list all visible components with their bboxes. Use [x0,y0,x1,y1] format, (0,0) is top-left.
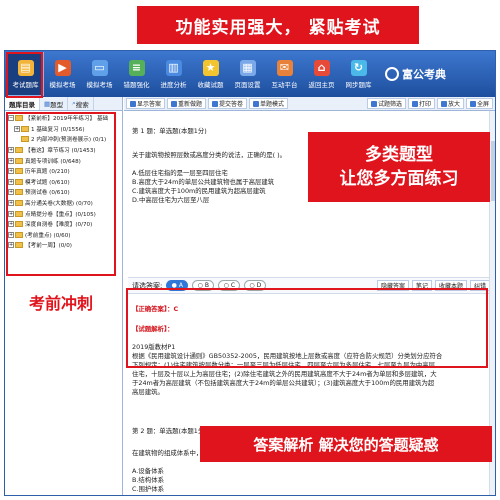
option-d: D.中高层住宅为六层至八层 [132,196,210,204]
home-icon: ⌂ [313,59,330,76]
highlight-analysis [126,288,488,368]
option-b: B.结构体系 [132,476,164,484]
scrollbar-thumb[interactable] [491,141,495,201]
option-a: A.低层住宅指的是一层至四层住宅 [132,169,228,177]
left-tabs: 题库目录 ▦ 题型 ⌕ 搜索 [5,97,122,111]
toolbar-favorites[interactable]: ★ 收藏试题 [192,52,229,96]
promo-banner-question-types: 多类题型 让您多方面练习 [308,132,490,202]
page-icon: ▦ [239,59,256,76]
redo-button[interactable]: 重新做题 [167,98,207,109]
toolbar-interactive[interactable]: ✉ 互动平台 [266,52,303,96]
logo-mark-icon [385,67,399,81]
single-mode-button[interactable]: 单题模式 [249,98,289,109]
highlight-catalog [6,112,116,276]
zoom-icon [440,100,447,107]
option-a: A.设备体系 [132,467,164,475]
question-1-options: A.低层住宅指的是一层至四层住宅 B.高度大于24m的单层公共建筑物也属于高层建… [132,169,274,205]
toolbar-wrong-questions[interactable]: ≡ 错题强化 [118,52,155,96]
print-button[interactable]: 打印 [407,98,435,109]
sync-icon: ↻ [350,59,367,76]
submit-button[interactable]: 提交答卷 [208,98,248,109]
zoom-button[interactable]: 放大 [436,98,464,109]
option-b: B.高度大于24m的单层公共建筑物也属于高层建筑 [132,178,275,186]
toolbar-page-settings[interactable]: ▦ 页面设置 [229,52,266,96]
monitor-icon: ▭ [91,59,108,76]
brand-logo: 富公考典 [385,66,446,82]
toolbar-mock-exam[interactable]: ▶ 模拟考场 [44,52,81,96]
chart-icon: ▥ [165,59,182,76]
list-icon: ≡ [128,59,145,76]
option-c: C.围护体系 [132,485,165,493]
fullscreen-button[interactable]: 全屏 [465,98,493,109]
single-icon [253,100,260,107]
promo-banner-top: 功能实用强大， 紧贴考试 [137,6,419,44]
show-answer-button[interactable]: 显示答案 [126,98,166,109]
submit-icon [212,100,219,107]
highlight-question-bank [6,52,43,98]
toolbar-progress[interactable]: ▥ 进度分析 [155,52,192,96]
toolbar-sync[interactable]: ↻ 网步题库 [340,52,377,96]
main-toolbar: ▤ 考试题库 ▶ 模拟考场 ▭ 模拟考场 ≡ 错题强化 ▥ 进度分析 ★ 收藏试题 ▦ 页面设… [5,51,495,97]
refresh-icon [171,100,178,107]
option-c: C.建筑高度大于100m的民用建筑为超高层建筑 [132,187,266,195]
play-icon: ▶ [54,59,71,76]
tab-search[interactable]: ⌕ 搜索 [68,97,94,110]
star-icon: ★ [202,59,219,76]
toolbar-mock-exam-2[interactable]: ▭ 模拟考场 [81,52,118,96]
eye-icon [130,100,136,107]
promo-banner-sprint: 考前冲刺 [28,294,93,313]
chat-icon: ✉ [276,59,293,76]
print-icon [411,100,418,107]
tab-question-type[interactable]: ▦ 题型 [40,97,69,110]
tab-catalog[interactable]: 题库目录 [5,97,40,110]
question-1-header: 第 1 题：单选题(本题1分) [132,127,207,135]
question-2-options: A.设备体系 B.结构体系 C.围护体系 [132,467,164,494]
fullscreen-icon [469,100,476,107]
question-2-header: 第 2 题：单选题(本题1分) [132,427,207,435]
question-toolbar: 显示答案 重新做题 提交答卷 单题模式 试题筛选 打印 放大 全屏 [124,97,495,111]
filter-icon [370,100,377,107]
toolbar-home[interactable]: ⌂ 返回主页 [303,52,340,96]
question-1-text: 关于建筑物按照层数或高度分类的说法，正确的是( )。 [132,151,287,159]
filter-button[interactable]: 试题筛选 [366,98,406,109]
promo-banner-analysis: 答案解析 解决您的答题疑惑 [200,426,492,462]
